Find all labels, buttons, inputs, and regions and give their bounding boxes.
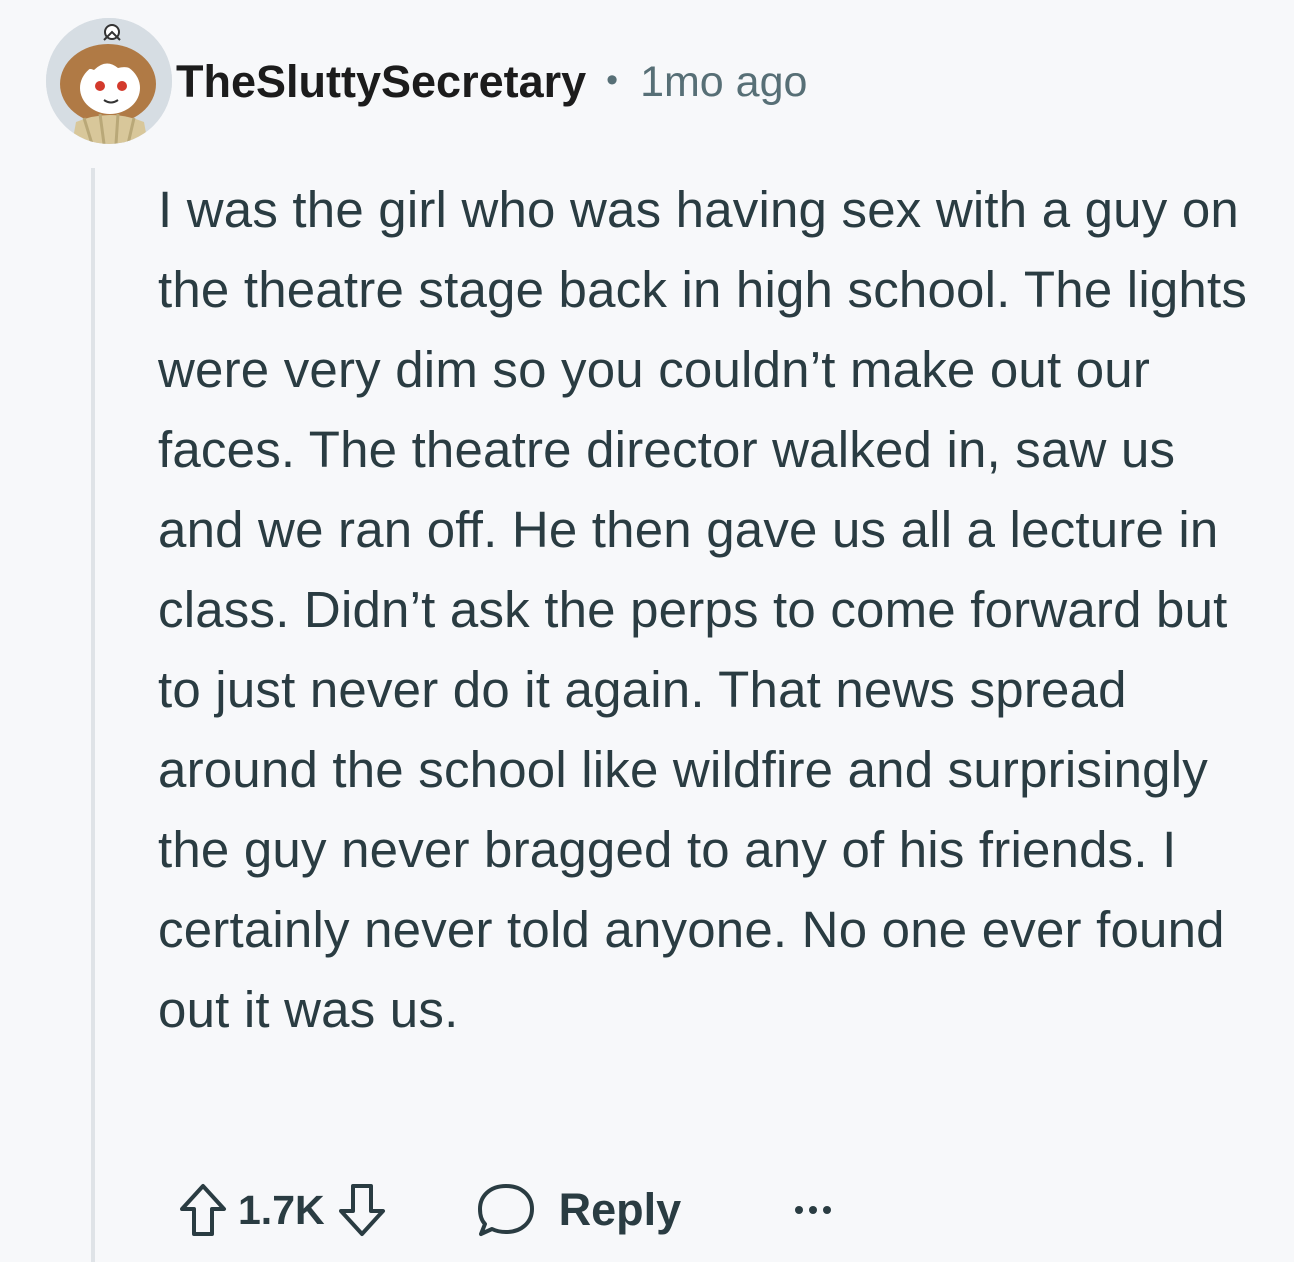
- thread-line[interactable]: [91, 168, 95, 1262]
- username-link[interactable]: TheSluttySecretary: [176, 56, 586, 108]
- vote-count: 1.7K: [238, 1186, 325, 1233]
- reply-button[interactable]: Reply: [475, 1181, 682, 1239]
- reply-label: Reply: [558, 1184, 682, 1235]
- upvote-button[interactable]: [170, 1177, 236, 1243]
- more-options-button[interactable]: [793, 1204, 833, 1216]
- speech-bubble-icon: [477, 1184, 534, 1236]
- upvote-arrow-icon: [180, 1184, 226, 1236]
- downvote-arrow-icon: [338, 1184, 385, 1236]
- separator-dot: •: [606, 60, 619, 99]
- comment-timestamp[interactable]: 1mo ago: [640, 58, 807, 107]
- more-options-icon: [795, 1206, 832, 1214]
- comment-actions: 1.7K Reply: [170, 1172, 833, 1248]
- comment-body: I was the girl who was having sex with a…: [158, 181, 1248, 1038]
- user-avatar[interactable]: [46, 18, 172, 144]
- downvote-button[interactable]: [329, 1177, 395, 1243]
- snoo-avatar-icon: [46, 18, 172, 144]
- comment-header: TheSluttySecretary • 1mo ago: [176, 52, 807, 112]
